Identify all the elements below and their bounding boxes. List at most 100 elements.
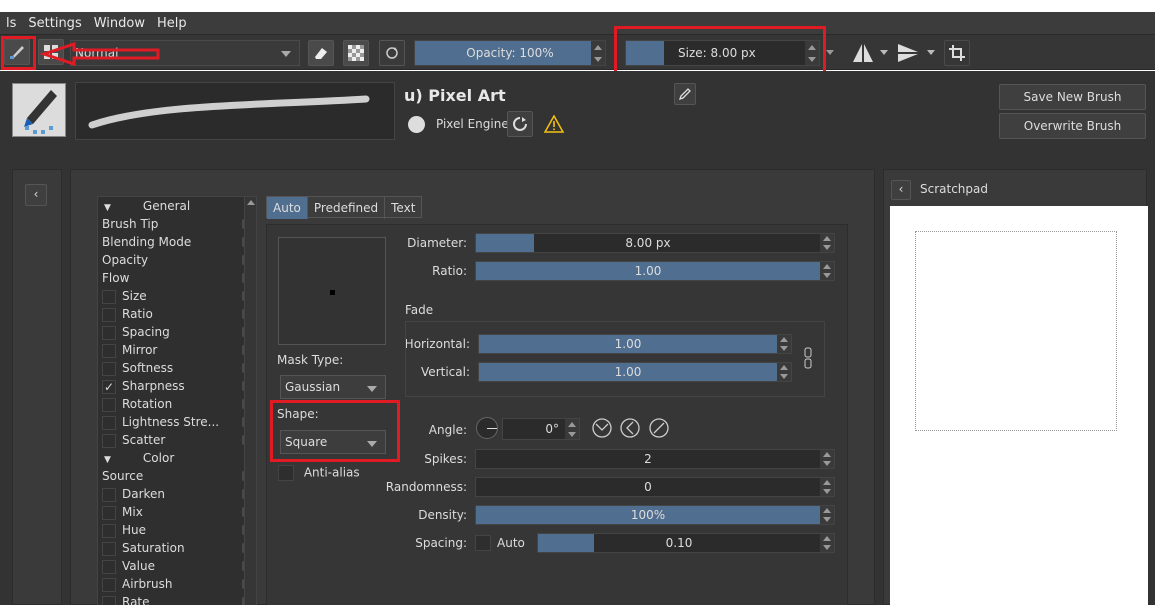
tab-auto[interactable]: Auto bbox=[267, 197, 308, 219]
category-checkbox[interactable] bbox=[102, 397, 116, 412]
category-checkbox[interactable] bbox=[102, 523, 116, 538]
crop-button[interactable] bbox=[944, 40, 970, 66]
spacing-slider[interactable]: 0.10 bbox=[537, 533, 835, 553]
category-checkbox[interactable] bbox=[102, 343, 116, 358]
category-checkbox[interactable] bbox=[102, 559, 116, 574]
scratchpad-canvas[interactable] bbox=[890, 206, 1148, 605]
spikes-spin[interactable] bbox=[820, 450, 834, 468]
preserve-alpha-button[interactable] bbox=[343, 40, 369, 66]
mirror-v-chevron-icon[interactable] bbox=[927, 50, 935, 55]
category-item-label: Opacity bbox=[102, 253, 149, 267]
category-checkbox[interactable] bbox=[102, 577, 116, 592]
spacing-spin[interactable] bbox=[820, 534, 834, 552]
angle-needle bbox=[487, 428, 497, 429]
category-item-label: Spacing bbox=[122, 325, 170, 339]
category-item[interactable]: Blending Mode bbox=[102, 233, 254, 251]
category-item[interactable]: Saturation bbox=[102, 539, 254, 557]
spikes-slider[interactable]: 2 bbox=[475, 449, 835, 469]
antialias-checkbox[interactable] bbox=[278, 465, 294, 481]
category-item[interactable]: Source bbox=[102, 467, 254, 485]
rename-preset-button[interactable] bbox=[674, 83, 696, 105]
category-item[interactable]: Mirror bbox=[102, 341, 254, 359]
category-item[interactable]: Flow bbox=[102, 269, 254, 287]
vertical-mirror-button[interactable] bbox=[895, 40, 921, 66]
randomness-spin[interactable] bbox=[820, 478, 834, 496]
overwrite-brush-button[interactable]: Overwrite Brush bbox=[999, 113, 1146, 139]
spacing-auto-label: Auto bbox=[497, 536, 525, 550]
tip-content: Mask Type: Gaussian Shape: Square Anti-a… bbox=[266, 224, 848, 605]
category-scrollbar[interactable] bbox=[244, 197, 256, 605]
category-item[interactable]: Scatter bbox=[102, 431, 254, 449]
category-item[interactable]: Brush Tip bbox=[102, 215, 254, 233]
preset-thumbnail[interactable] bbox=[12, 83, 66, 137]
menu-tools[interactable]: ls bbox=[0, 16, 22, 31]
menu-help[interactable]: Help bbox=[151, 16, 193, 31]
category-item[interactable]: Opacity bbox=[102, 251, 254, 269]
ratio-slider[interactable]: 1.00 bbox=[475, 261, 835, 281]
category-checkbox[interactable] bbox=[102, 307, 116, 322]
density-spin[interactable] bbox=[820, 506, 834, 524]
stroke-preview bbox=[75, 82, 395, 140]
flip-horizontal-icon[interactable] bbox=[619, 417, 641, 439]
category-item[interactable]: Darken bbox=[102, 485, 254, 503]
antialias-row[interactable]: Anti-alias bbox=[278, 465, 360, 481]
spacing-auto-checkbox[interactable] bbox=[475, 535, 491, 551]
category-checkbox[interactable] bbox=[102, 487, 116, 502]
category-checkbox[interactable] bbox=[102, 541, 116, 556]
eraser-mode-button[interactable] bbox=[308, 40, 334, 66]
category-header[interactable]: ▼ Color bbox=[102, 449, 254, 467]
diameter-label: Diameter: bbox=[407, 236, 467, 250]
category-checkbox[interactable] bbox=[102, 361, 116, 376]
size-dropdown-chevron-icon[interactable] bbox=[826, 50, 834, 55]
category-item[interactable]: Size bbox=[102, 287, 254, 305]
category-item[interactable]: Rate bbox=[102, 593, 254, 605]
category-checkbox[interactable] bbox=[102, 325, 116, 340]
flip-vertical-icon[interactable] bbox=[591, 417, 613, 439]
brush-toolbar: Normal Opacity: 100% Size: 8.00 px bbox=[0, 26, 1155, 76]
reload-preset-button[interactable] bbox=[379, 40, 405, 66]
fade-group bbox=[405, 321, 825, 397]
category-item[interactable]: Rotation bbox=[102, 395, 254, 413]
angle-spinbox[interactable]: 0° bbox=[502, 418, 580, 440]
mask-type-select[interactable]: Gaussian bbox=[280, 375, 386, 399]
category-header[interactable]: ▼ General bbox=[102, 197, 254, 215]
category-item[interactable]: Spacing bbox=[102, 323, 254, 341]
category-checkbox[interactable] bbox=[102, 433, 116, 448]
tab-text[interactable]: Text bbox=[385, 197, 421, 219]
ratio-spin[interactable] bbox=[820, 262, 834, 280]
category-checkbox[interactable] bbox=[102, 289, 116, 304]
category-checkbox[interactable] bbox=[102, 415, 116, 430]
density-slider[interactable]: 100% bbox=[475, 505, 835, 525]
opacity-slider[interactable]: Opacity: 100% bbox=[414, 40, 606, 66]
category-checkbox-checked[interactable]: ✓ bbox=[102, 379, 116, 394]
collapse-left-button[interactable]: ‹ bbox=[25, 184, 47, 206]
diameter-spin[interactable] bbox=[820, 234, 834, 252]
angle-dial[interactable] bbox=[476, 417, 498, 439]
randomness-slider[interactable]: 0 bbox=[475, 477, 835, 497]
category-item[interactable]: Mix bbox=[102, 503, 254, 521]
category-checkbox[interactable] bbox=[102, 595, 116, 605]
reload-engine-button[interactable] bbox=[507, 111, 533, 137]
category-item[interactable]: Value bbox=[102, 557, 254, 575]
category-item[interactable]: Hue bbox=[102, 521, 254, 539]
opacity-spin[interactable] bbox=[591, 41, 605, 65]
category-item[interactable]: Lightness Stre... bbox=[102, 413, 254, 431]
mirror-h-chevron-icon[interactable] bbox=[880, 50, 888, 55]
save-new-preset-button[interactable]: Save New Brush Preset... bbox=[999, 84, 1146, 128]
collapse-scratchpad-button[interactable]: ‹ bbox=[891, 180, 911, 200]
category-item[interactable]: Airbrush bbox=[102, 575, 254, 593]
flip-diagonal-icon[interactable] bbox=[648, 417, 670, 439]
diameter-slider[interactable]: 8.00 px bbox=[475, 233, 835, 253]
menu-window[interactable]: Window bbox=[88, 16, 151, 31]
horizontal-mirror-button[interactable] bbox=[850, 40, 876, 66]
angle-label: Angle: bbox=[428, 423, 467, 437]
link-chain-icon[interactable] bbox=[804, 347, 812, 369]
diameter-value: 8.00 px bbox=[625, 236, 671, 250]
menu-settings[interactable]: Settings bbox=[22, 16, 87, 31]
category-item[interactable]: Softness bbox=[102, 359, 254, 377]
category-item[interactable]: ✓ Sharpness bbox=[102, 377, 254, 395]
category-checkbox[interactable] bbox=[102, 505, 116, 520]
category-item[interactable]: Ratio bbox=[102, 305, 254, 323]
spikes-label: Spikes: bbox=[424, 452, 467, 466]
tab-predefined[interactable]: Predefined bbox=[308, 197, 386, 219]
